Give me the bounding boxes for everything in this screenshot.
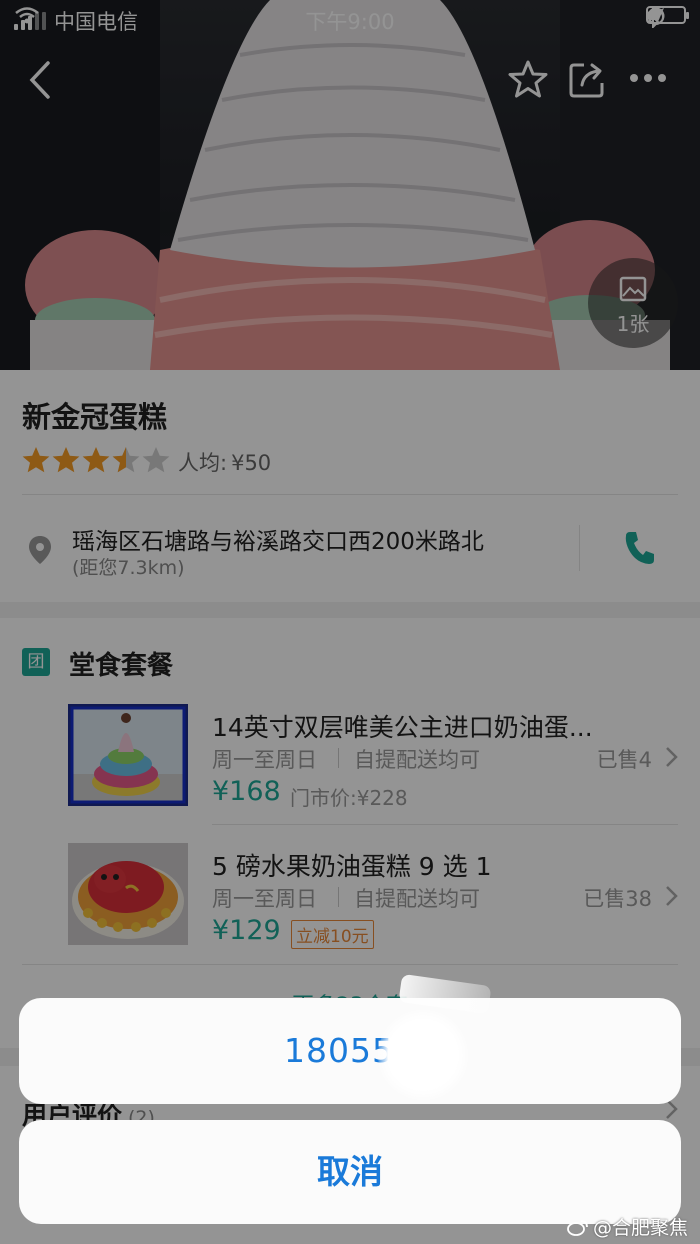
watermark-text: @合肥聚焦 xyxy=(592,1217,688,1239)
cancel-button[interactable]: 取消 xyxy=(19,1120,681,1224)
call-phone-button[interactable]: 180551 xyxy=(19,998,681,1104)
redaction-smudge xyxy=(378,1010,468,1100)
weibo-logo-icon xyxy=(567,1219,588,1236)
watermark: @合肥聚焦 xyxy=(567,1213,688,1240)
